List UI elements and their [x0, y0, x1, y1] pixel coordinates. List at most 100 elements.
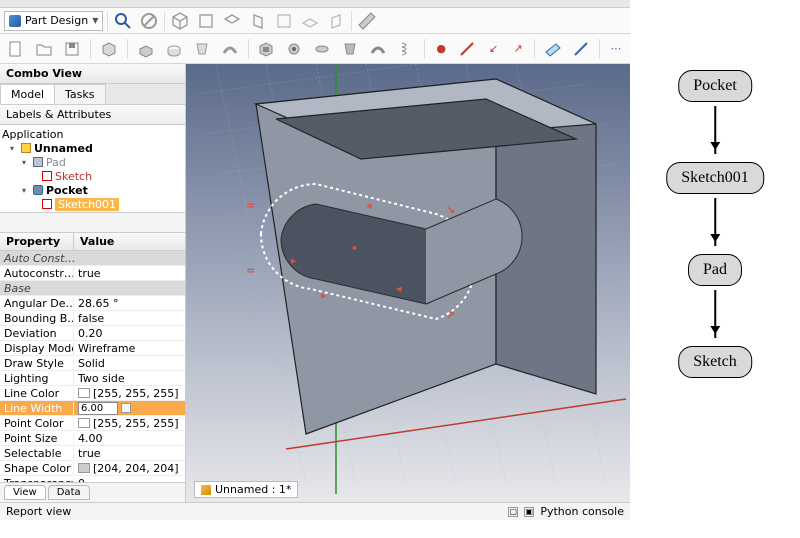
toggle-icon[interactable]: ▣ [524, 507, 534, 517]
prop-display[interactable]: Display ModeWireframe [0, 341, 185, 356]
labels-attributes-header: Labels & Attributes [0, 105, 185, 125]
toggle-icon[interactable]: ▢ [508, 507, 518, 517]
prop-shapecolor[interactable]: Shape Color[204, 204, 204] [0, 461, 185, 476]
view-right-icon[interactable] [247, 10, 269, 32]
separator [351, 11, 352, 31]
view-bottom-icon[interactable] [299, 10, 321, 32]
status-bar: Report view ▢ ▣ Python console [0, 502, 630, 520]
spin-button[interactable]: ◂ [121, 403, 131, 413]
sketch-icon [42, 171, 52, 181]
color-swatch [78, 463, 90, 473]
datum-line-icon[interactable] [571, 38, 591, 60]
sub-loft-icon[interactable] [340, 38, 360, 60]
property-table[interactable]: Auto Const… Autoconstr…true Base Angular… [0, 251, 185, 482]
tree-document[interactable]: ▾Unnamed [2, 141, 183, 155]
prop-deviation[interactable]: Deviation0.20 [0, 326, 185, 341]
view-top-icon[interactable] [221, 10, 243, 32]
chevron-down-icon: ▼ [92, 16, 98, 25]
separator [599, 39, 600, 59]
hole-icon[interactable] [284, 38, 304, 60]
view-front-icon[interactable] [195, 10, 217, 32]
report-view-label[interactable]: Report view [6, 505, 71, 518]
arrow-icon [714, 290, 716, 338]
svg-text:↘: ↘ [446, 204, 455, 217]
helix-icon[interactable] [396, 38, 416, 60]
group-auto: Auto Const… [0, 251, 185, 266]
point-icon[interactable]: ● [433, 38, 449, 60]
model-tree[interactable]: Application ▾Unnamed ▾Pad Sketch ▾Pocket… [0, 125, 185, 213]
graph-node-sketch: Sketch [678, 346, 752, 378]
combo-view-panel: Combo View Model Tasks Labels & Attribut… [0, 64, 186, 502]
tree-pad[interactable]: ▾Pad [2, 155, 183, 169]
tree-sketch[interactable]: Sketch [2, 169, 183, 183]
graph-node-sketch001: Sketch001 [666, 162, 764, 194]
sub-sweep-icon[interactable] [368, 38, 388, 60]
tab-view[interactable]: View [4, 485, 46, 500]
graph-node-pad: Pad [688, 254, 742, 286]
tab-tasks[interactable]: Tasks [54, 84, 105, 104]
tree-pocket[interactable]: ▾Pocket [2, 183, 183, 197]
more-icon[interactable]: ⋯ [608, 38, 624, 60]
prop-linecolor[interactable]: Line Color[255, 255, 255] [0, 386, 185, 401]
graph-node-pocket: Pocket [678, 70, 752, 102]
box-icon[interactable] [99, 38, 119, 60]
pad-icon [33, 157, 43, 167]
tab-model[interactable]: Model [0, 84, 55, 104]
svg-text:=: = [246, 264, 255, 277]
linewidth-input[interactable] [78, 402, 118, 415]
save-icon[interactable] [62, 38, 82, 60]
pocket-icon[interactable] [256, 38, 276, 60]
prop-linewidth[interactable]: Line Width◂ [0, 401, 185, 416]
viewport-tab[interactable]: Unnamed : 1* [194, 481, 298, 498]
dependency-graph: Pocket Sketch001 Pad Sketch [630, 50, 800, 510]
arrow-right-icon[interactable]: ↗ [510, 38, 526, 60]
sweep-icon[interactable] [220, 38, 240, 60]
python-console-label[interactable]: Python console [540, 505, 624, 518]
view-rear-icon[interactable] [273, 10, 295, 32]
svg-text:↗: ↗ [446, 309, 455, 322]
property-bottom-tabs: View Data [0, 482, 185, 502]
prop-draw[interactable]: Draw StyleSolid [0, 356, 185, 371]
pocket-icon [33, 185, 43, 195]
freecad-window: Part Design ▼ ● [0, 0, 630, 520]
3d-viewport[interactable]: == ↘↗ ▸◂ ▸◂ • Unnamed : 1* [186, 64, 630, 502]
sketch-icon [42, 199, 52, 209]
new-icon[interactable] [6, 38, 26, 60]
part-design-icon [9, 15, 21, 27]
prop-lighting[interactable]: LightingTwo side [0, 371, 185, 386]
workbench-selector[interactable]: Part Design ▼ [4, 11, 103, 31]
line-icon[interactable] [457, 38, 477, 60]
viewport-tab-label: Unnamed : 1* [215, 483, 291, 496]
revolve-icon[interactable] [164, 38, 184, 60]
secondary-toolbar: ● ↙ ↗ ⋯ [0, 34, 630, 64]
datum-plane-icon[interactable] [543, 38, 563, 60]
prop-pointcolor[interactable]: Point Color[255, 255, 255] [0, 416, 185, 431]
color-swatch [78, 388, 90, 398]
loft-icon[interactable] [192, 38, 212, 60]
separator [164, 11, 165, 31]
tree-sketch001[interactable]: Sketch001 [2, 197, 183, 211]
pad-icon[interactable] [136, 38, 156, 60]
separator [534, 39, 535, 59]
svg-text:◂: ◂ [366, 199, 372, 212]
open-icon[interactable] [34, 38, 54, 60]
col-value: Value [74, 233, 120, 250]
zoom-fit-icon[interactable] [112, 10, 134, 32]
view-left-icon[interactable] [325, 10, 347, 32]
groove-icon[interactable] [312, 38, 332, 60]
arrow-left-icon[interactable]: ↙ [485, 38, 501, 60]
prop-pointsize[interactable]: Point Size4.00 [0, 431, 185, 446]
prop-angular[interactable]: Angular De…28.65 ° [0, 296, 185, 311]
document-icon [21, 143, 31, 153]
separator [127, 39, 128, 59]
separator [424, 39, 425, 59]
body-row: Combo View Model Tasks Labels & Attribut… [0, 64, 630, 502]
prop-bbox[interactable]: Bounding B…false [0, 311, 185, 326]
prop-selectable[interactable]: Selectabletrue [0, 446, 185, 461]
measure-icon[interactable] [356, 10, 378, 32]
menubar[interactable] [0, 0, 630, 8]
prop-autoconstr[interactable]: Autoconstr…true [0, 266, 185, 281]
tab-data[interactable]: Data [48, 485, 90, 500]
no-entry-icon[interactable] [138, 10, 160, 32]
view-iso-icon[interactable] [169, 10, 191, 32]
